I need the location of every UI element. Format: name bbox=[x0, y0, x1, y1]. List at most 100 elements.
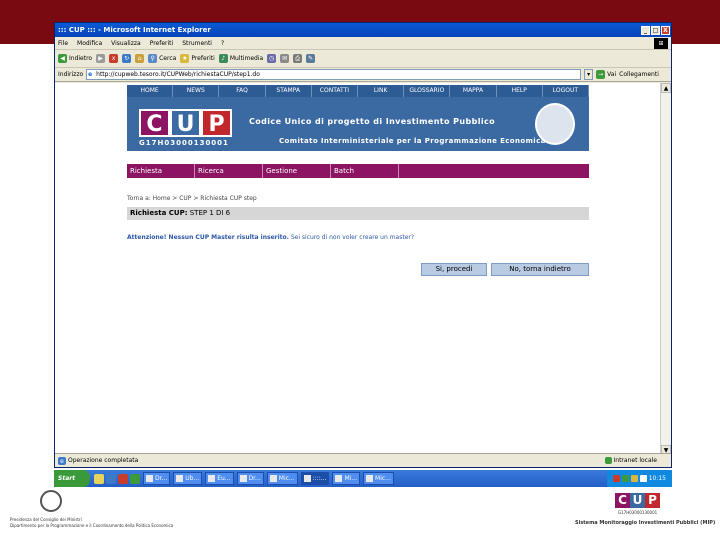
browser-window: ::: CUP ::: - Microsoft Internet Explore… bbox=[54, 22, 672, 468]
page-viewport: HOME NEWS FAQ STAMPA CONTATTI LINK GLOSS… bbox=[55, 83, 662, 455]
menu-strumenti[interactable]: Strumenti bbox=[182, 40, 212, 47]
nav-glossario[interactable]: GLOSSARIO bbox=[404, 85, 451, 97]
footer-left-text-1: Presidenza del Consiglio dei Ministri bbox=[10, 517, 82, 522]
taskbar-item[interactable]: Dr... bbox=[236, 472, 264, 485]
start-button[interactable]: Start bbox=[54, 470, 90, 487]
window-icon bbox=[335, 475, 343, 482]
step-label: Richiesta CUP: bbox=[130, 209, 188, 217]
nav-contatti[interactable]: CONTATTI bbox=[312, 85, 359, 97]
refresh-icon: ↻ bbox=[122, 54, 132, 63]
media-label: Multimedia bbox=[229, 55, 264, 62]
back-button[interactable]: ◀ Indietro bbox=[58, 54, 92, 63]
edit-button[interactable]: ✎ bbox=[306, 54, 316, 63]
window-title: ::: CUP ::: - Microsoft Internet Explore… bbox=[58, 26, 211, 34]
footer-cup-code: G17H03000130001 bbox=[618, 510, 658, 515]
stop-button[interactable]: x bbox=[109, 54, 119, 63]
close-button[interactable]: X bbox=[661, 25, 670, 35]
system-tray: 10:15 bbox=[606, 470, 672, 487]
menu-help[interactable]: ? bbox=[221, 40, 224, 47]
address-dropdown-icon[interactable]: ▾ bbox=[584, 69, 594, 80]
top-nav: HOME NEWS FAQ STAMPA CONTATTI LINK GLOSS… bbox=[127, 85, 590, 97]
taskbar-item[interactable]: Mic... bbox=[363, 472, 394, 485]
nav-link[interactable]: LINK bbox=[358, 85, 405, 97]
nav-news[interactable]: NEWS bbox=[173, 85, 220, 97]
history-button[interactable]: ◷ bbox=[267, 54, 277, 63]
menu-batch[interactable]: Batch bbox=[331, 164, 399, 178]
status-text: Operazione completata bbox=[68, 457, 139, 464]
banner-title: Codice Unico di progetto di Investimento… bbox=[249, 117, 496, 126]
quick-launch-app-icon[interactable] bbox=[118, 473, 128, 484]
search-button[interactable]: ⚲ Cerca bbox=[148, 54, 176, 63]
nav-home[interactable]: HOME bbox=[127, 85, 174, 97]
scroll-up-icon[interactable]: ▲ bbox=[661, 83, 671, 93]
home-button[interactable]: ⌂ bbox=[135, 54, 145, 63]
go-button[interactable]: → Vai bbox=[596, 70, 616, 79]
media-button[interactable]: ♪ Multimedia bbox=[218, 54, 264, 63]
step-value: STEP 1 DI 6 bbox=[189, 209, 231, 217]
toolbar: ◀ Indietro ▶ x ↻ ⌂ ⚲ Cerca ★ Preferiti ♪ Mul… bbox=[55, 50, 671, 68]
refresh-button[interactable]: ↻ bbox=[122, 54, 132, 63]
favorites-label: Preferiti bbox=[191, 55, 215, 62]
government-emblem-icon bbox=[40, 490, 62, 512]
favorites-button[interactable]: ★ Preferiti bbox=[180, 54, 215, 63]
taskbar-item[interactable]: Ub... bbox=[173, 472, 203, 485]
minimize-button[interactable]: _ bbox=[641, 25, 650, 35]
tray-icon[interactable] bbox=[612, 475, 620, 482]
maximize-button[interactable]: □ bbox=[651, 25, 660, 35]
footer-left-text-2: Dipartimento per la Programmazione e il … bbox=[10, 523, 174, 528]
footer-caption: Sistema Monitoraggio Investimenti Pubbli… bbox=[575, 520, 716, 526]
tray-icon[interactable] bbox=[621, 475, 629, 482]
window-icon bbox=[146, 475, 153, 482]
logo-letter-u: U bbox=[170, 109, 201, 137]
quick-launch-app-icon[interactable] bbox=[130, 473, 140, 484]
quick-launch-icon[interactable] bbox=[94, 473, 104, 484]
menu-file[interactable]: File bbox=[58, 40, 68, 47]
breadcrumb[interactable]: Torna a: Home > CUP > Richiesta CUP step bbox=[127, 195, 257, 202]
header-banner: C U P G17H03000130001 Codice Unico di pr… bbox=[127, 97, 589, 151]
tray-icon[interactable] bbox=[630, 475, 638, 482]
intranet-icon bbox=[604, 457, 612, 464]
menu-bar: File Modifica Visualizza Preferiti Strum… bbox=[55, 37, 671, 50]
taskbar-item[interactable]: Dr... bbox=[143, 472, 171, 485]
banner-subtitle: Comitato Interministeriale per la Progra… bbox=[279, 137, 546, 145]
window-icon bbox=[303, 475, 311, 482]
address-bar: Indirizzo http://cupweb.tesoro.it/CUPWeb… bbox=[55, 68, 671, 82]
nav-logout[interactable]: LOGOUT bbox=[543, 85, 590, 97]
taskbar-item-label: Mic... bbox=[278, 475, 295, 482]
print-button[interactable]: ⎙ bbox=[293, 54, 303, 63]
nav-mappa[interactable]: MAPPA bbox=[450, 85, 497, 97]
vertical-scrollbar[interactable]: ▲ ▼ bbox=[660, 83, 671, 455]
windows-logo-icon: ⊞ bbox=[654, 38, 668, 49]
menu-ricerca[interactable]: Ricerca bbox=[195, 164, 263, 178]
taskbar-item[interactable]: Eu... bbox=[205, 472, 234, 485]
menu-visualizza[interactable]: Visualizza bbox=[111, 40, 141, 47]
go-back-button[interactable]: No, torna indietro bbox=[491, 263, 589, 276]
proceed-button[interactable]: Si, procedi bbox=[421, 263, 487, 276]
nav-help[interactable]: HELP bbox=[497, 85, 543, 97]
links-label[interactable]: Collegamenti bbox=[619, 71, 659, 78]
footer-logo-letter-c: C bbox=[615, 493, 630, 508]
menu-modifica[interactable]: Modifica bbox=[77, 40, 102, 47]
mail-button[interactable]: ✉ bbox=[280, 54, 290, 63]
menu-richiesta[interactable]: Richiesta bbox=[127, 164, 195, 178]
taskbar-item[interactable]: Mic... bbox=[266, 472, 298, 485]
taskbar-item-active[interactable]: ::::... bbox=[300, 472, 330, 485]
menu-gestione[interactable]: Gestione bbox=[263, 164, 331, 178]
forward-button[interactable]: ▶ bbox=[96, 54, 106, 63]
zone-indicator: Intranet locale bbox=[604, 457, 657, 464]
nav-stampa[interactable]: STAMPA bbox=[266, 85, 312, 97]
tray-icon[interactable] bbox=[639, 475, 647, 482]
quick-launch-ie-icon[interactable] bbox=[106, 473, 116, 484]
taskbar-item-label: Mic... bbox=[375, 475, 391, 482]
warning-message: Attenzione! Nessun CUP Master risulta in… bbox=[127, 234, 414, 241]
favorites-icon: ★ bbox=[180, 54, 190, 63]
nav-faq[interactable]: FAQ bbox=[219, 85, 266, 97]
go-label: Vai bbox=[607, 71, 617, 78]
menu-preferiti[interactable]: Preferiti bbox=[150, 40, 174, 47]
address-input[interactable]: http://cupweb.tesoro.it/CUPWeb/richiesta… bbox=[86, 69, 582, 80]
window-icon bbox=[269, 475, 277, 482]
home-icon: ⌂ bbox=[135, 54, 145, 63]
back-label: Indietro bbox=[69, 55, 93, 62]
taskbar-item[interactable]: Mi... bbox=[332, 472, 361, 485]
warning-bold: Attenzione! Nessun CUP Master risulta in… bbox=[127, 234, 289, 241]
